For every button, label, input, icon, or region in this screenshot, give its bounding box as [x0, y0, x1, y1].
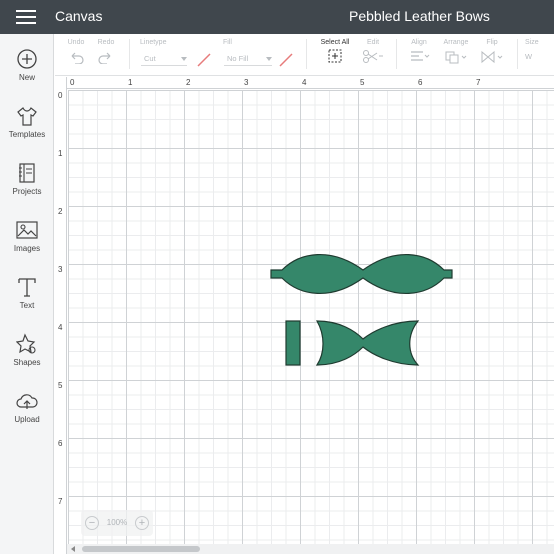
sidebar-item-label: Text — [19, 301, 35, 310]
ruler-tick-label: 2 — [186, 78, 191, 87]
image-icon — [16, 221, 38, 239]
shapes-icon — [16, 333, 36, 354]
app-title: Canvas — [55, 8, 103, 24]
ruler-tick-label: 6 — [418, 78, 423, 87]
sidebar-item-images[interactable]: Images — [0, 219, 54, 269]
linetype-value: Cut — [144, 54, 156, 63]
cloud-upload-icon — [16, 394, 38, 409]
size-label: Size — [525, 39, 539, 46]
linetype-dropdown[interactable]: Cut — [141, 52, 187, 66]
chevron-down-icon — [181, 57, 187, 61]
fill-color-swatch[interactable] — [278, 52, 294, 68]
sidebar-item-shapes[interactable]: Shapes — [0, 333, 54, 383]
toolbar-divider — [517, 39, 518, 69]
toolbar-divider — [129, 39, 130, 69]
align-label: Align — [411, 39, 427, 46]
ruler-tick-label: 7 — [476, 78, 481, 87]
align-icon — [411, 51, 430, 61]
ruler-tick-label: 4 — [58, 323, 63, 332]
arrange-label: Arrange — [443, 39, 469, 46]
redo-label: Redo — [97, 39, 115, 46]
sidebar-item-label: Images — [13, 244, 41, 253]
fill-dropdown[interactable]: No Fill — [224, 52, 272, 66]
horizontal-ruler: 0 1 2 3 4 5 6 7 — [55, 77, 554, 89]
flip-label: Flip — [486, 39, 498, 46]
hamburger-menu-icon[interactable] — [16, 10, 36, 24]
ruler-tick-label: 3 — [58, 265, 63, 274]
sidebar-item-label: Upload — [14, 415, 40, 424]
sidebar-item-label: New — [18, 73, 35, 82]
undo-button[interactable]: Undo — [65, 39, 87, 69]
horizontal-scrollbar[interactable] — [55, 544, 554, 554]
bow-tail-shape[interactable] — [315, 320, 420, 366]
size-group: Size W — [525, 39, 549, 61]
ruler-tick-label: 1 — [128, 78, 133, 87]
bow-center-strip[interactable] — [285, 320, 301, 366]
vertical-ruler: 0 1 2 3 4 5 6 7 — [55, 77, 67, 554]
design-canvas[interactable]: 0 1 2 3 4 5 6 7 0 1 2 3 4 5 6 7 − 100% + — [55, 77, 554, 554]
select-all-icon — [328, 49, 342, 63]
ruler-tick-label: 6 — [58, 439, 63, 448]
plus-circle-icon — [17, 49, 37, 69]
toolbar-divider — [396, 39, 397, 69]
select-all-label: Select All — [320, 39, 350, 46]
edit-button[interactable]: Edit — [360, 39, 386, 68]
fill-label-group: Fill — [223, 39, 253, 46]
sidebar-item-projects[interactable]: Projects — [0, 162, 54, 212]
fill-label: Fill — [223, 39, 232, 46]
ruler-tick-label: 7 — [58, 497, 63, 506]
undo-icon — [71, 52, 84, 65]
linetype-color-swatch[interactable] — [196, 52, 212, 68]
redo-icon — [98, 52, 111, 65]
scroll-left-arrow-icon[interactable] — [71, 546, 75, 552]
flip-icon — [481, 50, 503, 64]
toolbar-divider — [306, 39, 307, 69]
ruler-tick-label: 4 — [302, 78, 307, 87]
edit-toolbar: Undo Redo Linetype Cut Fill No Fill Sele… — [55, 34, 554, 76]
fill-value: No Fill — [227, 54, 249, 63]
sidebar-item-text[interactable]: Text — [0, 276, 54, 326]
left-sidebar: New Templates Projects Images Text Shape… — [0, 34, 54, 554]
arrange-dropdown[interactable]: Arrange — [439, 39, 473, 69]
scrollbar-thumb[interactable] — [82, 546, 200, 552]
project-title[interactable]: Pebbled Leather Bows — [349, 8, 490, 24]
ruler-tick-label: 0 — [58, 91, 63, 100]
redo-button[interactable]: Redo — [95, 39, 117, 69]
linetype-label-group: Linetype — [140, 39, 180, 46]
flip-dropdown[interactable]: Flip — [479, 39, 505, 69]
align-dropdown[interactable]: Align — [405, 39, 433, 69]
ruler-tick-label: 1 — [58, 149, 63, 158]
bow-layer — [270, 254, 453, 366]
chevron-down-icon — [266, 57, 272, 61]
notebook-icon — [19, 163, 35, 183]
edit-label: Edit — [366, 39, 380, 46]
top-bar: Canvas Pebbled Leather Bows — [0, 0, 554, 34]
ruler-tick-label: 0 — [70, 78, 75, 87]
sidebar-item-label: Shapes — [13, 358, 41, 367]
sidebar-item-upload[interactable]: Upload — [0, 390, 54, 440]
arrange-icon — [445, 51, 467, 64]
tshirt-icon — [17, 107, 37, 126]
zoom-level: 100% — [106, 518, 128, 527]
scissors-icon — [363, 50, 383, 63]
undo-label: Undo — [67, 39, 85, 46]
bow-top-shape[interactable] — [270, 254, 453, 294]
ruler-tick-label: 5 — [58, 381, 63, 390]
ruler-tick-label: 3 — [244, 78, 249, 87]
linetype-label: Linetype — [140, 39, 167, 46]
zoom-in-button[interactable]: + — [135, 516, 149, 530]
ruler-tick-label: 2 — [58, 207, 63, 216]
ruler-tick-label: 5 — [360, 78, 365, 87]
sidebar-item-templates[interactable]: Templates — [0, 105, 54, 155]
sidebar-item-new[interactable]: New — [0, 48, 54, 98]
text-t-icon — [18, 278, 36, 297]
select-all-button[interactable]: Select All — [315, 39, 355, 69]
sidebar-item-label: Templates — [8, 130, 46, 139]
size-width-input[interactable]: W — [525, 52, 549, 61]
zoom-control: − 100% + — [81, 510, 153, 536]
sidebar-item-label: Projects — [12, 187, 42, 196]
zoom-out-button[interactable]: − — [85, 516, 99, 530]
